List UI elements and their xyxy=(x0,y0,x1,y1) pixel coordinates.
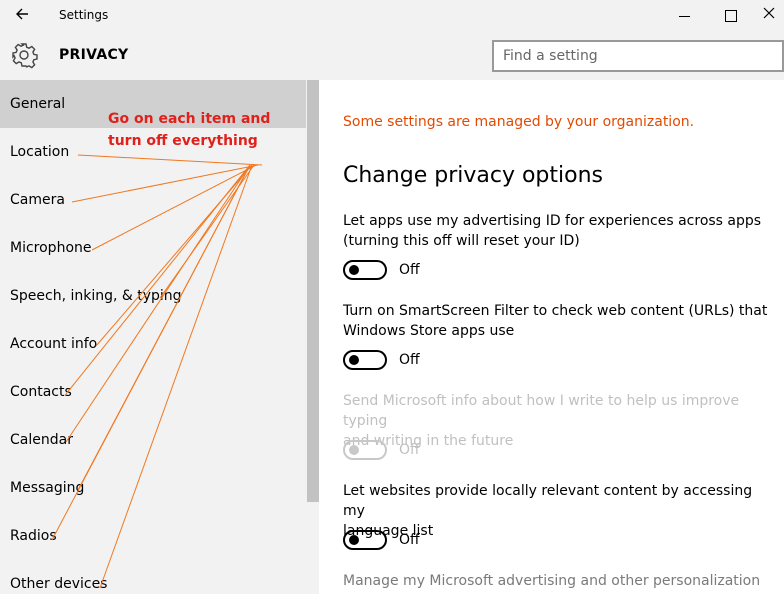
toggle-knob xyxy=(349,535,359,545)
annotation-line-2: turn off everything xyxy=(108,133,258,149)
setting-desc-line: Windows Store apps use xyxy=(343,323,515,339)
section-heading: Change privacy options xyxy=(343,163,603,188)
annotation-line-1: Go on each item and xyxy=(108,111,271,127)
smartscreen-toggle[interactable] xyxy=(343,350,387,370)
typing-info-toggle xyxy=(343,440,387,460)
toggle-state-label: Off xyxy=(399,352,420,368)
toggle-knob xyxy=(349,355,359,365)
setting-desc-line: Turn on SmartScreen Filter to check web … xyxy=(343,303,768,319)
manage-advertising-link[interactable]: Manage my Microsoft advertising and othe… xyxy=(343,571,773,594)
setting-desc-line: Send Microsoft info about how I write to… xyxy=(343,393,740,429)
annotation-line xyxy=(99,164,253,589)
advertising-id-toggle[interactable] xyxy=(343,260,387,280)
setting-desc-line: (turning this off will reset your ID) xyxy=(343,233,580,249)
org-notice: Some settings are managed by your organi… xyxy=(343,114,695,130)
toggle-knob xyxy=(349,445,359,455)
toggle-knob xyxy=(349,265,359,275)
annotation-line xyxy=(91,164,257,251)
setting-advertising-id-desc: Let apps use my advertising ID for exper… xyxy=(343,211,773,251)
setting-desc-line: Let apps use my advertising ID for exper… xyxy=(343,213,762,229)
language-list-toggle[interactable] xyxy=(343,530,387,550)
setting-desc-line[interactable]: Manage my Microsoft advertising and othe… xyxy=(343,571,773,594)
annotation-text: Go on each item and turn off everything xyxy=(108,108,270,152)
annotation-line xyxy=(77,154,263,166)
annotation-line xyxy=(51,164,251,541)
annotation-line xyxy=(65,164,251,443)
setting-smartscreen-desc: Turn on SmartScreen Filter to check web … xyxy=(343,301,773,341)
annotation-line xyxy=(71,164,259,203)
toggle-state-label: Off xyxy=(399,262,420,278)
annotation-line xyxy=(65,164,251,395)
toggle-state-label: Off xyxy=(399,442,420,458)
toggle-state-label: Off xyxy=(399,532,420,548)
setting-desc-line: Let websites provide locally relevant co… xyxy=(343,483,753,519)
